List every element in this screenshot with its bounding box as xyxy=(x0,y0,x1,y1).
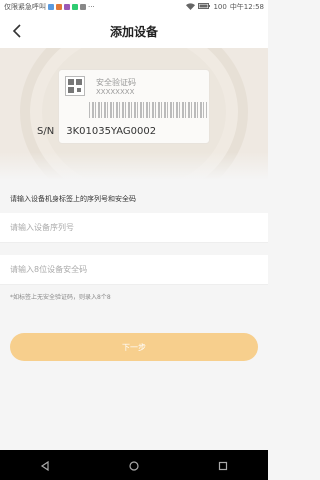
security-code-label: 安全验证码 xyxy=(96,78,136,87)
status-right: 100 中午12:58 xyxy=(186,2,264,12)
carrier-text: 仅限紧急呼叫 xyxy=(4,3,46,11)
status-bar: 仅限紧急呼叫 ··· 100 中午12:58 xyxy=(0,0,268,14)
page-title: 添加设备 xyxy=(109,24,158,39)
battery-percent: 100 xyxy=(213,3,227,11)
top-bar: 添加设备 xyxy=(0,14,268,48)
app-icon-3 xyxy=(72,4,78,10)
app-icon-2 xyxy=(64,4,70,10)
serial-field[interactable] xyxy=(0,213,268,243)
system-nav-bar xyxy=(0,450,268,480)
qr-code-icon xyxy=(65,76,85,96)
serial-input[interactable] xyxy=(10,223,250,232)
device-illustration: 安全验证码 XXXXXXXX S/N 3K01035YAG0002 xyxy=(0,48,268,180)
notification-icon xyxy=(48,4,54,10)
security-code-mask: XXXXXXXX xyxy=(96,88,135,96)
square-recents-icon xyxy=(219,461,228,470)
chevron-left-icon xyxy=(12,24,21,38)
nav-back-button[interactable] xyxy=(40,456,50,475)
status-left: 仅限紧急呼叫 ··· xyxy=(4,2,95,12)
app-icon-4 xyxy=(80,4,86,10)
security-code-hint: *如标签上无安全验证码，则录入8个8 xyxy=(10,294,111,301)
form-instruction: 请输入设备机身标签上的序列号和安全码 xyxy=(10,195,136,203)
triangle-back-icon xyxy=(40,460,49,471)
serial-number-row: S/N 3K01035YAG0002 xyxy=(37,126,156,137)
back-button[interactable] xyxy=(6,20,28,42)
nav-recents-button[interactable] xyxy=(218,456,228,475)
app-icon xyxy=(56,4,62,10)
clock: 中午12:58 xyxy=(229,3,264,11)
circle-home-icon xyxy=(129,460,139,471)
serial-number: 3K01035YAG0002 xyxy=(66,126,157,137)
sn-prefix: S/N xyxy=(37,126,55,137)
device-label-card: 安全验证码 XXXXXXXX S/N 3K01035YAG0002 xyxy=(37,69,210,144)
wifi-icon xyxy=(186,2,196,12)
battery-icon xyxy=(198,3,211,11)
nav-home-button[interactable] xyxy=(129,456,139,475)
security-code-field[interactable] xyxy=(0,255,268,285)
hero-fade xyxy=(0,152,268,180)
next-button[interactable]: 下一步 xyxy=(10,333,258,361)
barcode-icon xyxy=(89,102,207,118)
more-icon: ··· xyxy=(88,3,95,11)
security-code-input[interactable] xyxy=(10,265,250,274)
